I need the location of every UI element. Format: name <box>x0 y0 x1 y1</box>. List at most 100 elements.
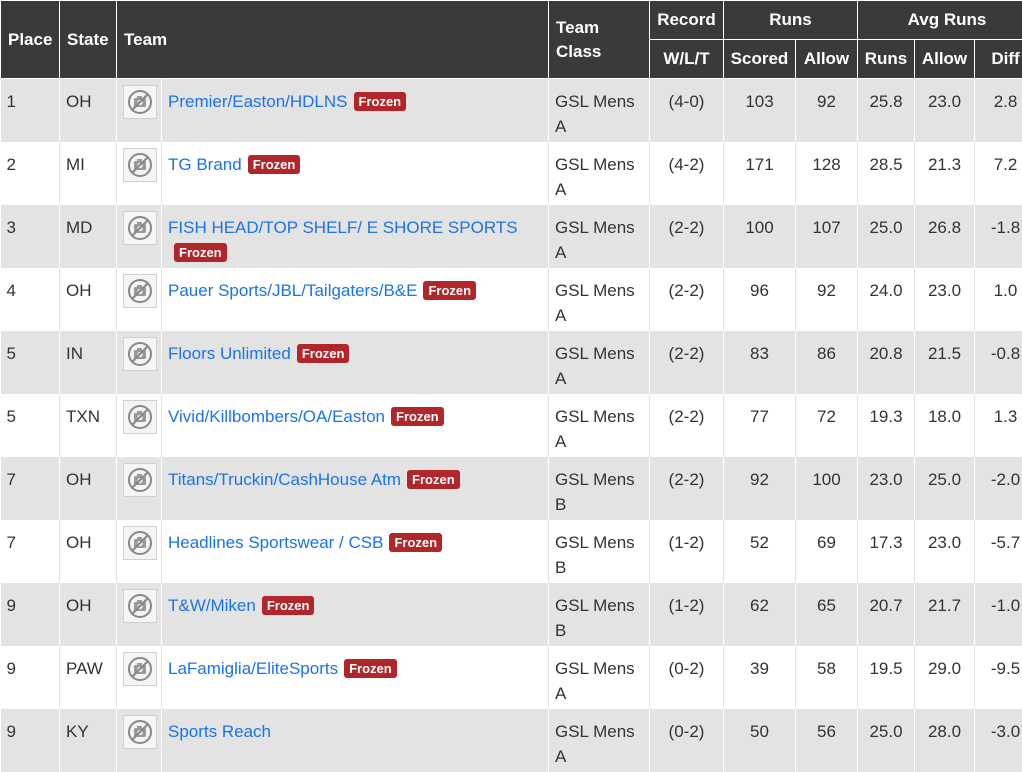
team-cell: Sports Reach <box>162 709 549 772</box>
record-cell: (2-2) <box>650 394 724 457</box>
state-cell: OH <box>60 268 117 331</box>
no-image-camera-icon[interactable] <box>123 400 157 434</box>
header-avg-runs[interactable]: Runs <box>858 40 915 79</box>
team-class-line: GSL Mens <box>555 719 643 744</box>
avg-allow-cell: 23.0 <box>915 268 975 331</box>
record-cell: (0-2) <box>650 646 724 709</box>
header-team[interactable]: Team <box>117 1 549 79</box>
table-row: 5INFloors UnlimitedFrozenGSL MensA(2-2)8… <box>1 331 1022 394</box>
team-class-line: GSL Mens <box>555 341 643 366</box>
header-place[interactable]: Place <box>1 1 60 79</box>
frozen-badge: Frozen <box>423 281 476 300</box>
team-link[interactable]: Titans/Truckin/CashHouse Atm <box>168 470 401 489</box>
avg-allow-cell: 23.0 <box>915 79 975 143</box>
team-logo-cell <box>117 520 162 583</box>
diff-cell: -3.0 <box>975 709 1022 772</box>
table-row: 1OHPremier/Easton/HDLNSFrozenGSL MensA(4… <box>1 79 1022 143</box>
team-logo-cell <box>117 646 162 709</box>
frozen-badge: Frozen <box>407 470 460 489</box>
team-class-line: GSL Mens <box>555 278 643 303</box>
header-diff[interactable]: Diff <box>975 40 1022 79</box>
team-logo-cell <box>117 583 162 646</box>
frozen-badge: Frozen <box>262 596 315 615</box>
team-class-cell: GSL MensA <box>549 268 650 331</box>
allow-cell: 65 <box>796 583 858 646</box>
team-link[interactable]: Premier/Easton/HDLNS <box>168 92 348 111</box>
team-class-cell: GSL MensA <box>549 709 650 772</box>
record-cell: (2-2) <box>650 205 724 268</box>
no-image-camera-icon[interactable] <box>123 463 157 497</box>
frozen-badge: Frozen <box>354 92 407 111</box>
header-team-class[interactable]: Team Class <box>549 1 650 79</box>
frozen-badge: Frozen <box>174 243 227 262</box>
table-row: 7OHTitans/Truckin/CashHouse AtmFrozenGSL… <box>1 457 1022 520</box>
no-image-camera-icon[interactable] <box>123 85 157 119</box>
header-wlt[interactable]: W/L/T <box>650 40 724 79</box>
avg-runs-cell: 23.0 <box>858 457 915 520</box>
team-cell: LaFamiglia/EliteSportsFrozen <box>162 646 549 709</box>
team-cell: T&W/Miken Frozen <box>162 583 549 646</box>
table-row: 4OH Pauer Sports/JBL/Tailgaters/B&E Frozen… <box>1 268 1022 331</box>
avg-allow-cell: 21.7 <box>915 583 975 646</box>
table-row: 7OHHeadlines Sportswear / CSBFrozenGSL M… <box>1 520 1022 583</box>
no-image-camera-icon[interactable] <box>123 211 157 245</box>
team-class-cell: GSL MensA <box>549 646 650 709</box>
no-image-camera-icon[interactable] <box>123 589 157 623</box>
table-row: 9PAWLaFamiglia/EliteSportsFrozenGSL Mens… <box>1 646 1022 709</box>
team-class-level: B <box>555 555 643 580</box>
team-class-level: B <box>555 618 643 643</box>
place-cell: 5 <box>1 331 60 394</box>
team-link[interactable]: T&W/Miken <box>168 596 256 615</box>
no-image-camera-icon[interactable] <box>123 526 157 560</box>
team-link[interactable]: Vivid/Killbombers/OA/Easton <box>168 407 385 426</box>
diff-cell: -1.8 <box>975 205 1022 268</box>
no-image-camera-icon[interactable] <box>123 715 157 749</box>
header-scored[interactable]: Scored <box>724 40 796 79</box>
team-cell: Headlines Sportswear / CSBFrozen <box>162 520 549 583</box>
team-class-cell: GSL MensA <box>549 331 650 394</box>
no-image-camera-icon[interactable] <box>123 337 157 371</box>
team-link[interactable]: LaFamiglia/EliteSports <box>168 659 338 678</box>
no-image-camera-icon[interactable] <box>123 652 157 686</box>
avg-allow-cell: 23.0 <box>915 520 975 583</box>
place-cell: 9 <box>1 709 60 772</box>
team-link[interactable]: FISH HEAD/TOP SHELF/ E SHORE SPORTS <box>168 218 518 237</box>
team-class-level: B <box>555 492 643 517</box>
team-link[interactable]: TG Brand <box>168 155 242 174</box>
team-class-level: A <box>555 681 643 706</box>
place-cell: 2 <box>1 142 60 205</box>
header-allow[interactable]: Allow <box>796 40 858 79</box>
record-cell: (2-2) <box>650 268 724 331</box>
table-row: 9KYSports ReachGSL MensA(0-2)505625.028.… <box>1 709 1022 772</box>
header-row-top: Place State Team Team Class Record Runs … <box>1 1 1022 40</box>
avg-allow-cell: 26.8 <box>915 205 975 268</box>
place-cell: 4 <box>1 268 60 331</box>
team-class-cell: GSL MensA <box>549 394 650 457</box>
team-class-cell: GSL MensA <box>549 142 650 205</box>
avg-runs-cell: 24.0 <box>858 268 915 331</box>
team-link[interactable]: Pauer Sports/JBL/Tailgaters/B&E <box>168 281 417 300</box>
diff-cell: 7.2 <box>975 142 1022 205</box>
scored-cell: 52 <box>724 520 796 583</box>
state-cell: MD <box>60 205 117 268</box>
team-cell: Premier/Easton/HDLNS Frozen <box>162 79 549 143</box>
diff-cell: 2.8 <box>975 79 1022 143</box>
place-cell: 9 <box>1 583 60 646</box>
team-cell: Floors UnlimitedFrozen <box>162 331 549 394</box>
team-class-line: GSL Mens <box>555 593 643 618</box>
team-link[interactable]: Headlines Sportswear / CSB <box>168 533 383 552</box>
header-state[interactable]: State <box>60 1 117 79</box>
avg-runs-cell: 25.0 <box>858 205 915 268</box>
team-logo-cell <box>117 142 162 205</box>
scored-cell: 77 <box>724 394 796 457</box>
team-link[interactable]: Floors Unlimited <box>168 344 291 363</box>
no-image-camera-icon[interactable] <box>123 148 157 182</box>
state-cell: MI <box>60 142 117 205</box>
team-link[interactable]: Sports Reach <box>168 722 271 741</box>
place-cell: 3 <box>1 205 60 268</box>
table-row: 3MD FISH HEAD/TOP SHELF/ E SHORE SPORTS Fr… <box>1 205 1022 268</box>
allow-cell: 128 <box>796 142 858 205</box>
no-image-camera-icon[interactable] <box>123 274 157 308</box>
header-avg-allow[interactable]: Allow <box>915 40 975 79</box>
avg-allow-cell: 29.0 <box>915 646 975 709</box>
